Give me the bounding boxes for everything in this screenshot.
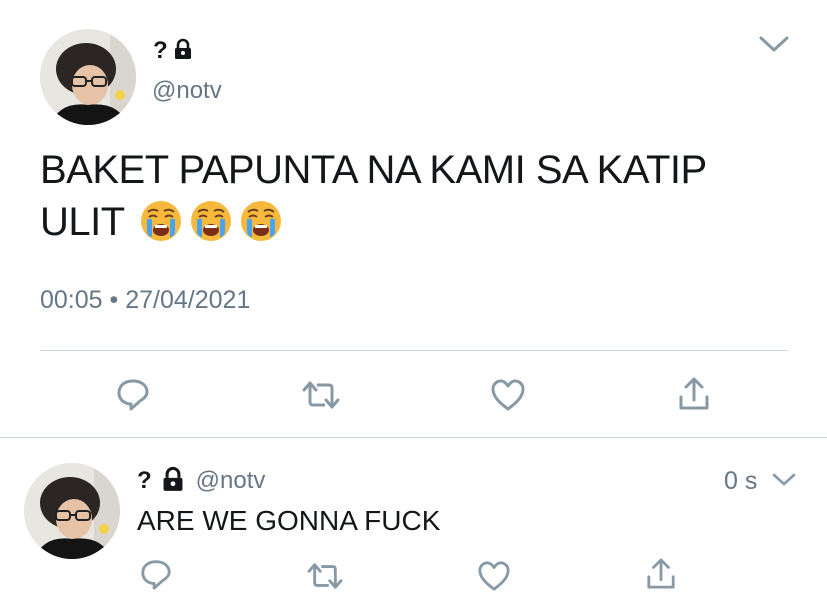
reply-text: ARE WE GONNA FUCK xyxy=(137,505,441,536)
avatar[interactable] xyxy=(40,29,136,125)
chevron-down-icon[interactable] xyxy=(771,471,797,494)
reply-name-row: ? @notv xyxy=(137,466,265,496)
author-name-row: ? xyxy=(153,36,194,66)
tweet-text: BAKET PAPUNTA NA KAMI SA KATIP ULIT xyxy=(40,144,800,256)
share-button[interactable] xyxy=(678,376,710,412)
reply-icon xyxy=(115,376,151,412)
display-name[interactable]: ? xyxy=(153,37,168,65)
retweet-button[interactable] xyxy=(306,560,344,592)
reply-button[interactable] xyxy=(115,376,151,412)
reply-button[interactable] xyxy=(139,557,173,591)
loudly-crying-face-icon xyxy=(139,199,183,256)
like-icon xyxy=(490,378,526,412)
share-icon xyxy=(678,376,710,412)
retweet-icon xyxy=(306,560,344,592)
reply-time[interactable]: 0 s xyxy=(724,467,757,496)
reply-icon xyxy=(139,557,173,591)
retweet-icon xyxy=(301,378,341,412)
lock-icon xyxy=(172,38,194,65)
retweet-button[interactable] xyxy=(301,378,341,412)
lock-icon xyxy=(160,466,186,497)
reply-display-name[interactable]: ? xyxy=(137,467,152,495)
like-button[interactable] xyxy=(477,560,511,592)
loudly-crying-face-icon xyxy=(189,199,233,256)
share-button[interactable] xyxy=(646,557,676,591)
like-button[interactable] xyxy=(490,378,526,412)
tweet-date: 27/04/2021 xyxy=(125,286,251,314)
reply-avatar[interactable] xyxy=(24,463,120,559)
tweet-timestamp[interactable]: 00:05 • 27/04/2021 xyxy=(40,286,250,315)
handle[interactable]: @notv xyxy=(152,77,222,105)
like-icon xyxy=(477,560,511,592)
tweet-text-line1: BAKET PAPUNTA NA KAMI SA KATIP xyxy=(40,148,707,192)
tweet-time: 00:05 xyxy=(40,286,103,314)
section-divider xyxy=(0,437,827,438)
reply-handle[interactable]: @notv xyxy=(196,467,266,495)
meta-separator: • xyxy=(109,286,119,314)
tweet-text-line2-label: ULIT xyxy=(40,200,125,244)
divider xyxy=(40,350,788,351)
loudly-crying-face-icon xyxy=(239,199,283,256)
share-icon xyxy=(646,557,676,591)
tweet-text-line2: ULIT xyxy=(40,196,800,256)
chevron-down-icon[interactable] xyxy=(758,34,790,59)
